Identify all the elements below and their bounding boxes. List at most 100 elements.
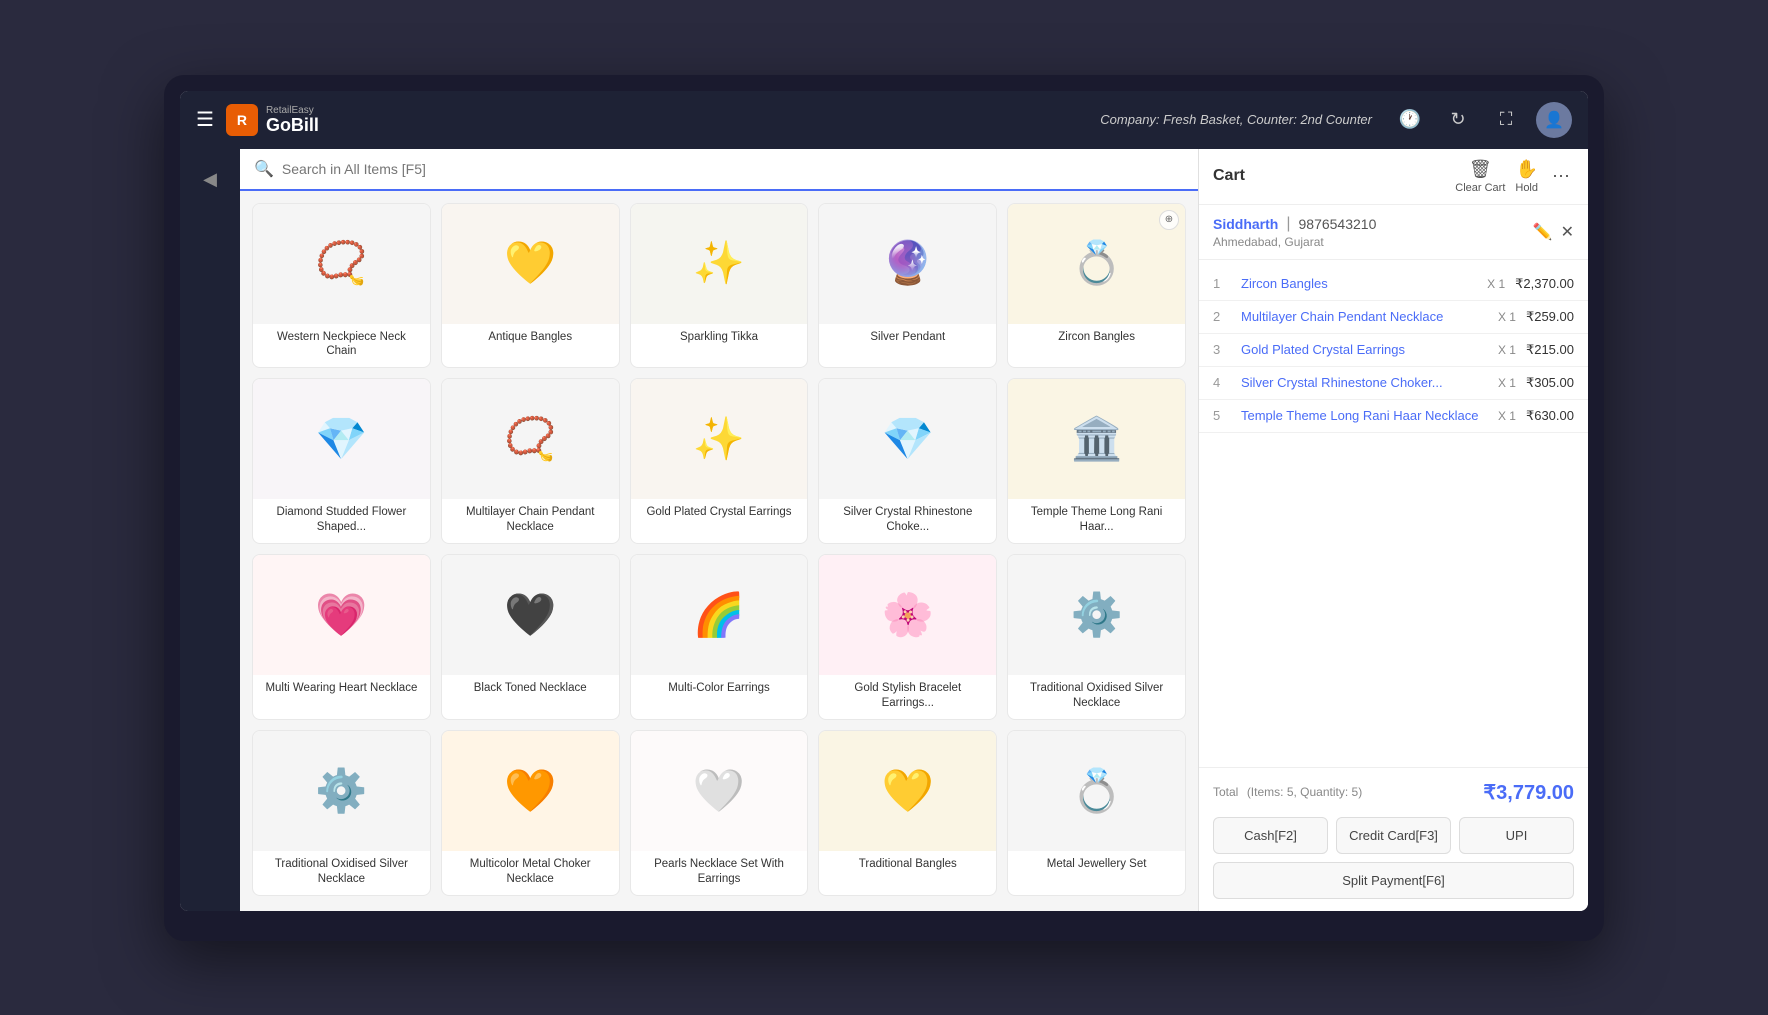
product-card[interactable]: 🖤 Black Toned Necklace: [441, 554, 620, 720]
product-image: 💗: [253, 555, 430, 675]
product-card[interactable]: ✨ Gold Plated Crystal Earrings: [630, 378, 809, 544]
header-icons: 🕐 ↻ ⛶ 👤: [1392, 102, 1572, 138]
clock-icon-btn[interactable]: 🕐: [1392, 102, 1428, 138]
product-card[interactable]: 💍 Metal Jewellery Set: [1007, 730, 1186, 896]
product-image: ✨: [631, 204, 808, 324]
product-name: Sparkling Tikka: [631, 324, 808, 360]
product-name: Multi-Color Earrings: [631, 675, 808, 711]
cart-title: Cart: [1213, 167, 1455, 185]
cart-footer: Total (Items: 5, Quantity: 5) ₹3,779.00 …: [1199, 767, 1588, 911]
product-image: 📿: [442, 379, 619, 499]
customer-address: Ahmedabad, Gujarat: [1213, 235, 1376, 249]
product-name: Multi Wearing Heart Necklace: [253, 675, 430, 711]
cart-item: 3 Gold Plated Crystal Earrings X 1 ₹215.…: [1199, 334, 1588, 367]
screen: ☰ R RetailEasy GoBill Company: Fresh Bas…: [180, 91, 1588, 911]
product-image: 🧡: [442, 731, 619, 851]
product-image: ⚙️: [253, 731, 430, 851]
payment-credit-button[interactable]: Credit Card[F3]: [1336, 817, 1451, 854]
main-content: ◀ 🔍 📿 Western Neckpiece Neck Chain 💛 Ant…: [180, 149, 1588, 911]
product-image: 🏛️: [1008, 379, 1185, 499]
payment-cash-button[interactable]: Cash[F2]: [1213, 817, 1328, 854]
product-card[interactable]: 🔮 Silver Pendant: [818, 203, 997, 369]
product-image: 💎: [819, 379, 996, 499]
product-name: Silver Crystal Rhinestone Choke...: [819, 499, 996, 543]
product-card[interactable]: 📿 Multilayer Chain Pendant Necklace: [441, 378, 620, 544]
remove-customer-button[interactable]: ✕: [1561, 222, 1574, 242]
header: ☰ R RetailEasy GoBill Company: Fresh Bas…: [180, 91, 1588, 149]
cart-item-price: ₹2,370.00: [1515, 276, 1574, 292]
cart-item-price: ₹305.00: [1526, 375, 1574, 391]
cart-item-name[interactable]: Gold Plated Crystal Earrings: [1233, 342, 1498, 357]
product-card[interactable]: 📿 Western Neckpiece Neck Chain: [252, 203, 431, 369]
product-card[interactable]: 💎 Silver Crystal Rhinestone Choke...: [818, 378, 997, 544]
product-name: Silver Pendant: [819, 324, 996, 360]
cart-item-name[interactable]: Temple Theme Long Rani Haar Necklace: [1233, 408, 1498, 423]
hold-button[interactable]: ✋ Hold: [1515, 159, 1538, 194]
cart-more-button[interactable]: ⋯: [1548, 162, 1574, 191]
product-card[interactable]: 🏛️ Temple Theme Long Rani Haar...: [1007, 378, 1186, 544]
cart-total-amount: ₹3,779.00: [1483, 780, 1574, 805]
cart-item-number: 1: [1213, 276, 1233, 291]
product-card[interactable]: 💍 ⊕ Zircon Bangles: [1007, 203, 1186, 369]
product-card[interactable]: 🌸 Gold Stylish Bracelet Earrings...: [818, 554, 997, 720]
payment-upi-button[interactable]: UPI: [1459, 817, 1574, 854]
product-card[interactable]: 💛 Antique Bangles: [441, 203, 620, 369]
clear-cart-icon: 🗑: [1469, 159, 1492, 180]
cart-header: Cart 🗑 Clear Cart ✋ Hold ⋯: [1199, 149, 1588, 205]
product-name: Diamond Studded Flower Shaped...: [253, 499, 430, 543]
product-card[interactable]: 🧡 Multicolor Metal Choker Necklace: [441, 730, 620, 896]
product-grid: 📿 Western Neckpiece Neck Chain 💛 Antique…: [240, 191, 1198, 911]
product-image: 💍 ⊕: [1008, 204, 1185, 324]
hold-icon: ✋: [1515, 159, 1537, 180]
user-avatar[interactable]: 👤: [1536, 102, 1572, 138]
cart-item-number: 3: [1213, 342, 1233, 357]
clear-cart-button[interactable]: 🗑 Clear Cart: [1455, 159, 1505, 194]
customer-actions: ✏️ ✕: [1533, 222, 1574, 242]
cart-item-price: ₹259.00: [1526, 309, 1574, 325]
sidebar-icon: ◀: [193, 159, 227, 200]
product-name: Zircon Bangles: [1008, 324, 1185, 360]
edit-customer-button[interactable]: ✏️: [1533, 222, 1553, 242]
product-card[interactable]: ⚙️ Traditional Oxidised Silver Necklace: [252, 730, 431, 896]
cart-item-name[interactable]: Zircon Bangles: [1233, 276, 1487, 291]
customer-phone: 9876543210: [1299, 216, 1377, 232]
product-card[interactable]: ✨ Sparkling Tikka: [630, 203, 809, 369]
product-image: 🔮: [819, 204, 996, 324]
product-image: 💛: [819, 731, 996, 851]
product-card[interactable]: 💛 Traditional Bangles: [818, 730, 997, 896]
cart-item-qty: X 1: [1487, 277, 1505, 291]
product-card[interactable]: 💎 Diamond Studded Flower Shaped...: [252, 378, 431, 544]
product-card[interactable]: 💗 Multi Wearing Heart Necklace: [252, 554, 431, 720]
product-image: 🤍: [631, 731, 808, 851]
cart-item-name[interactable]: Silver Crystal Rhinestone Choker...: [1233, 375, 1498, 390]
search-input[interactable]: [282, 161, 1184, 177]
product-card[interactable]: ⚙️ Traditional Oxidised Silver Necklace: [1007, 554, 1186, 720]
split-payment-button[interactable]: Split Payment[F6]: [1213, 862, 1574, 899]
cart-item-qty: X 1: [1498, 343, 1516, 357]
cart-item-name[interactable]: Multilayer Chain Pendant Necklace: [1233, 309, 1498, 324]
expand-icon-btn[interactable]: ⛶: [1488, 102, 1524, 138]
cart-item-price: ₹630.00: [1526, 408, 1574, 424]
cart-item-qty: X 1: [1498, 376, 1516, 390]
product-image: 🌸: [819, 555, 996, 675]
laptop-frame: ☰ R RetailEasy GoBill Company: Fresh Bas…: [164, 75, 1604, 941]
cart-item-qty: X 1: [1498, 310, 1516, 324]
product-name: Traditional Oxidised Silver Necklace: [253, 851, 430, 895]
product-name: Western Neckpiece Neck Chain: [253, 324, 430, 368]
customer-name: Siddharth: [1213, 216, 1278, 232]
product-card[interactable]: 🌈 Multi-Color Earrings: [630, 554, 809, 720]
product-name: Metal Jewellery Set: [1008, 851, 1185, 887]
customer-info: Siddharth | 9876543210 Ahmedabad, Gujara…: [1213, 215, 1376, 249]
product-card[interactable]: 🤍 Pearls Necklace Set With Earrings: [630, 730, 809, 896]
cart-item: 4 Silver Crystal Rhinestone Choker... X …: [1199, 367, 1588, 400]
hold-label: Hold: [1515, 182, 1538, 194]
product-name: Temple Theme Long Rani Haar...: [1008, 499, 1185, 543]
product-name: Black Toned Necklace: [442, 675, 619, 711]
hamburger-button[interactable]: ☰: [196, 107, 214, 132]
product-name: Pearls Necklace Set With Earrings: [631, 851, 808, 895]
left-panel: ◀: [180, 149, 240, 911]
cart-item-number: 2: [1213, 309, 1233, 324]
customer-name-row: Siddharth | 9876543210: [1213, 215, 1376, 233]
refresh-icon-btn[interactable]: ↻: [1440, 102, 1476, 138]
product-name: Multicolor Metal Choker Necklace: [442, 851, 619, 895]
